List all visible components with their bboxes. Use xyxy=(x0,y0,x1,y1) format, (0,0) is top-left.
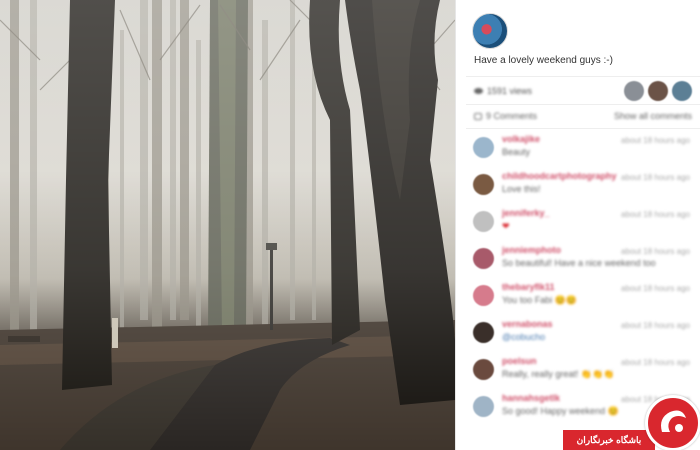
show-all-comments-link[interactable]: Show all comments xyxy=(614,111,692,121)
forest-image xyxy=(0,0,455,450)
divider xyxy=(466,104,700,105)
comment-time: about 18 hours ago xyxy=(621,284,690,293)
comment-text: Beauty xyxy=(502,147,531,157)
views-label: 1591 views xyxy=(487,86,533,96)
comment-time: about 18 hours ago xyxy=(621,321,690,330)
comments-list: volkajike Beauty about 18 hours ago chil… xyxy=(473,133,694,429)
comment-item: thebaryflk11 You too Fabi 😊😊 about 18 ho… xyxy=(473,281,694,318)
commenter-avatar[interactable] xyxy=(473,137,494,158)
comment-item: jenniferky_ ❤ about 18 hours ago xyxy=(473,207,694,244)
watermark-banner: باشگاه خبرنگاران xyxy=(563,430,655,450)
post-caption: Have a lovely weekend guys :-) xyxy=(474,55,613,66)
watermark-logo-icon xyxy=(645,395,700,450)
commenter-avatar[interactable] xyxy=(473,285,494,306)
divider xyxy=(466,76,700,77)
comment-text: So beautiful! Have a nice weekend too xyxy=(502,258,656,268)
eye-icon xyxy=(474,88,483,94)
comment-text: You too Fabi 😊😊 xyxy=(502,295,578,305)
views-count: 1591 views xyxy=(474,86,532,96)
comments-bar: 9 Comments Show all comments xyxy=(474,109,692,123)
comment-item: childhoodcartphotography Love this! abou… xyxy=(473,170,694,207)
comments-count: 9 Comments xyxy=(474,111,537,121)
commenter-avatar[interactable] xyxy=(473,359,494,380)
comment-text: Really, really great! 👏👏👏 xyxy=(502,369,615,379)
comment-time: about 18 hours ago xyxy=(621,358,690,367)
comment-item: vernabonas @cobucho about 18 hours ago xyxy=(473,318,694,355)
post-stats: 1591 views xyxy=(474,80,692,102)
divider xyxy=(466,128,700,129)
commenter-avatar[interactable] xyxy=(473,211,494,232)
author-avatar[interactable] xyxy=(472,13,508,49)
comment-time: about 18 hours ago xyxy=(621,173,690,182)
comment-item: volkajike Beauty about 18 hours ago xyxy=(473,133,694,170)
comment-time: about 18 hours ago xyxy=(621,136,690,145)
liker-avatar[interactable] xyxy=(648,81,668,101)
comment-item: poelsun Really, really great! 👏👏👏 about … xyxy=(473,355,694,392)
liker-avatar[interactable] xyxy=(672,81,692,101)
post-header xyxy=(472,13,508,49)
comment-time: about 18 hours ago xyxy=(621,247,690,256)
commenter-avatar[interactable] xyxy=(473,248,494,269)
post-photo[interactable] xyxy=(0,0,455,450)
comments-count-label: 9 Comments xyxy=(486,111,538,121)
comment-bubble-icon xyxy=(474,112,482,120)
commenter-avatar[interactable] xyxy=(473,396,494,417)
post-details-panel: Have a lovely weekend guys :-) 1591 view… xyxy=(455,0,700,450)
commenter-avatar[interactable] xyxy=(473,322,494,343)
comment-time: about 18 hours ago xyxy=(621,210,690,219)
comment-text: ❤ xyxy=(502,221,510,231)
comment-text: Love this! xyxy=(502,184,541,194)
commenter-avatar[interactable] xyxy=(473,174,494,195)
logo-mark-icon xyxy=(661,410,686,432)
comment-item: jenniemphoto So beautiful! Have a nice w… xyxy=(473,244,694,281)
likers-list xyxy=(624,81,692,101)
comment-text: @cobucho xyxy=(502,332,546,342)
liker-avatar[interactable] xyxy=(624,81,644,101)
